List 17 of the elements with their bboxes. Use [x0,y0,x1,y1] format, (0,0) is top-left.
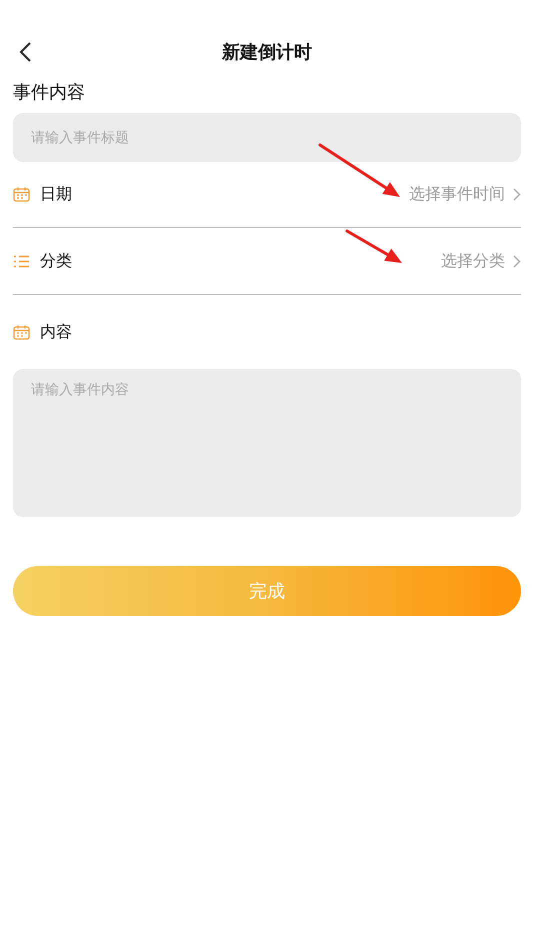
chevron-right-icon [513,254,521,268]
calendar-icon [13,187,30,202]
submit-button[interactable]: 完成 [13,566,521,616]
back-icon[interactable] [19,42,33,62]
select-button[interactable]: 选择事件时间 [409,184,521,205]
row-label: 分类 [40,250,72,272]
content-input-field[interactable]: 请输入事件内容 [13,369,521,517]
calendar-icon [13,324,30,340]
row-label: 内容 [40,322,72,342]
title-input-field[interactable]: 请输入事件标题 [13,113,521,162]
select-button[interactable]: 选择分类 [441,250,521,272]
annotation-arrow [346,230,402,263]
row-label: 日期 [40,184,72,205]
list-icon [13,254,30,268]
section-label: 事件内容 [13,81,85,104]
page-title: 新建倒计时 [222,41,312,64]
chevron-right-icon [513,188,521,201]
